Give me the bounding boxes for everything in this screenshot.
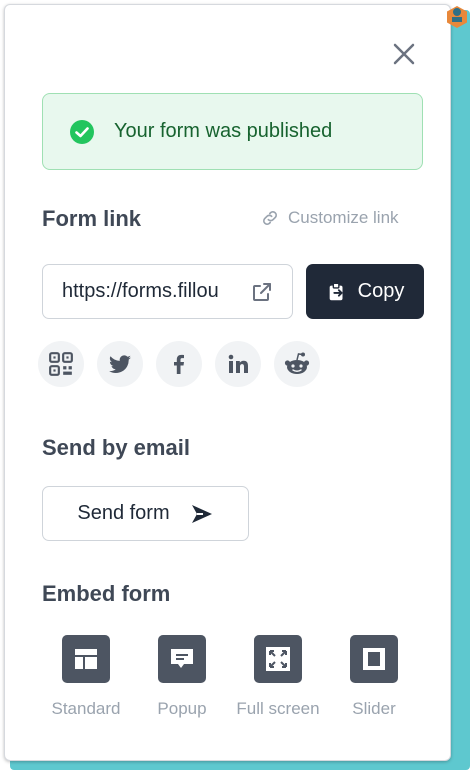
slider-icon	[350, 635, 398, 683]
share-linkedin-button[interactable]	[215, 341, 261, 387]
customize-link[interactable]: Customize link	[260, 208, 399, 228]
layout-standard-icon	[62, 635, 110, 683]
send-form-button[interactable]: Send form	[42, 486, 249, 541]
twitter-icon	[109, 355, 131, 374]
embed-form-heading: Embed form	[42, 581, 171, 606]
embed-popup-option[interactable]: Popup	[134, 635, 230, 719]
share-qr-button[interactable]	[38, 341, 84, 387]
full-screen-icon	[254, 635, 302, 683]
qr-code-icon	[49, 352, 73, 376]
popup-icon	[158, 635, 206, 683]
share-reddit-button[interactable]	[274, 341, 320, 387]
success-message: Your form was published	[114, 120, 333, 142]
hexagon-badge-icon	[447, 6, 467, 28]
embed-slider-label: Slider	[352, 699, 396, 718]
share-panel: Your form was published Form link Custom…	[4, 4, 451, 761]
embed-popup-label: Popup	[157, 699, 207, 718]
embed-slider-option[interactable]: Slider	[326, 635, 422, 719]
customize-link-label: Customize link	[288, 208, 399, 227]
share-twitter-button[interactable]	[97, 341, 143, 387]
share-facebook-button[interactable]	[156, 341, 202, 387]
form-url-field[interactable]: https://forms.fillou	[42, 264, 293, 319]
send-email-heading: Send by email	[42, 435, 190, 460]
clipboard-icon	[329, 282, 343, 300]
check-circle-icon	[70, 119, 94, 144]
form-url-text: https://forms.fillou	[62, 280, 219, 302]
embed-full-screen-option[interactable]: Full screen	[230, 635, 326, 719]
external-link-icon[interactable]	[250, 280, 274, 304]
close-icon	[393, 43, 415, 65]
send-form-label: Send form	[77, 502, 170, 524]
facebook-icon	[174, 354, 184, 374]
copy-label: Copy	[357, 280, 405, 302]
linkedin-icon	[228, 354, 248, 373]
embed-standard-option[interactable]: Standard	[38, 635, 134, 719]
copy-button[interactable]: Copy	[306, 264, 424, 319]
success-banner: Your form was published	[42, 93, 423, 170]
link-icon	[263, 211, 277, 225]
embed-full-screen-label: Full screen	[236, 699, 320, 718]
embed-standard-label: Standard	[51, 699, 121, 718]
reddit-icon	[284, 352, 310, 374]
form-link-heading: Form link	[42, 206, 142, 231]
close-button[interactable]	[388, 38, 420, 70]
send-icon	[191, 504, 212, 523]
